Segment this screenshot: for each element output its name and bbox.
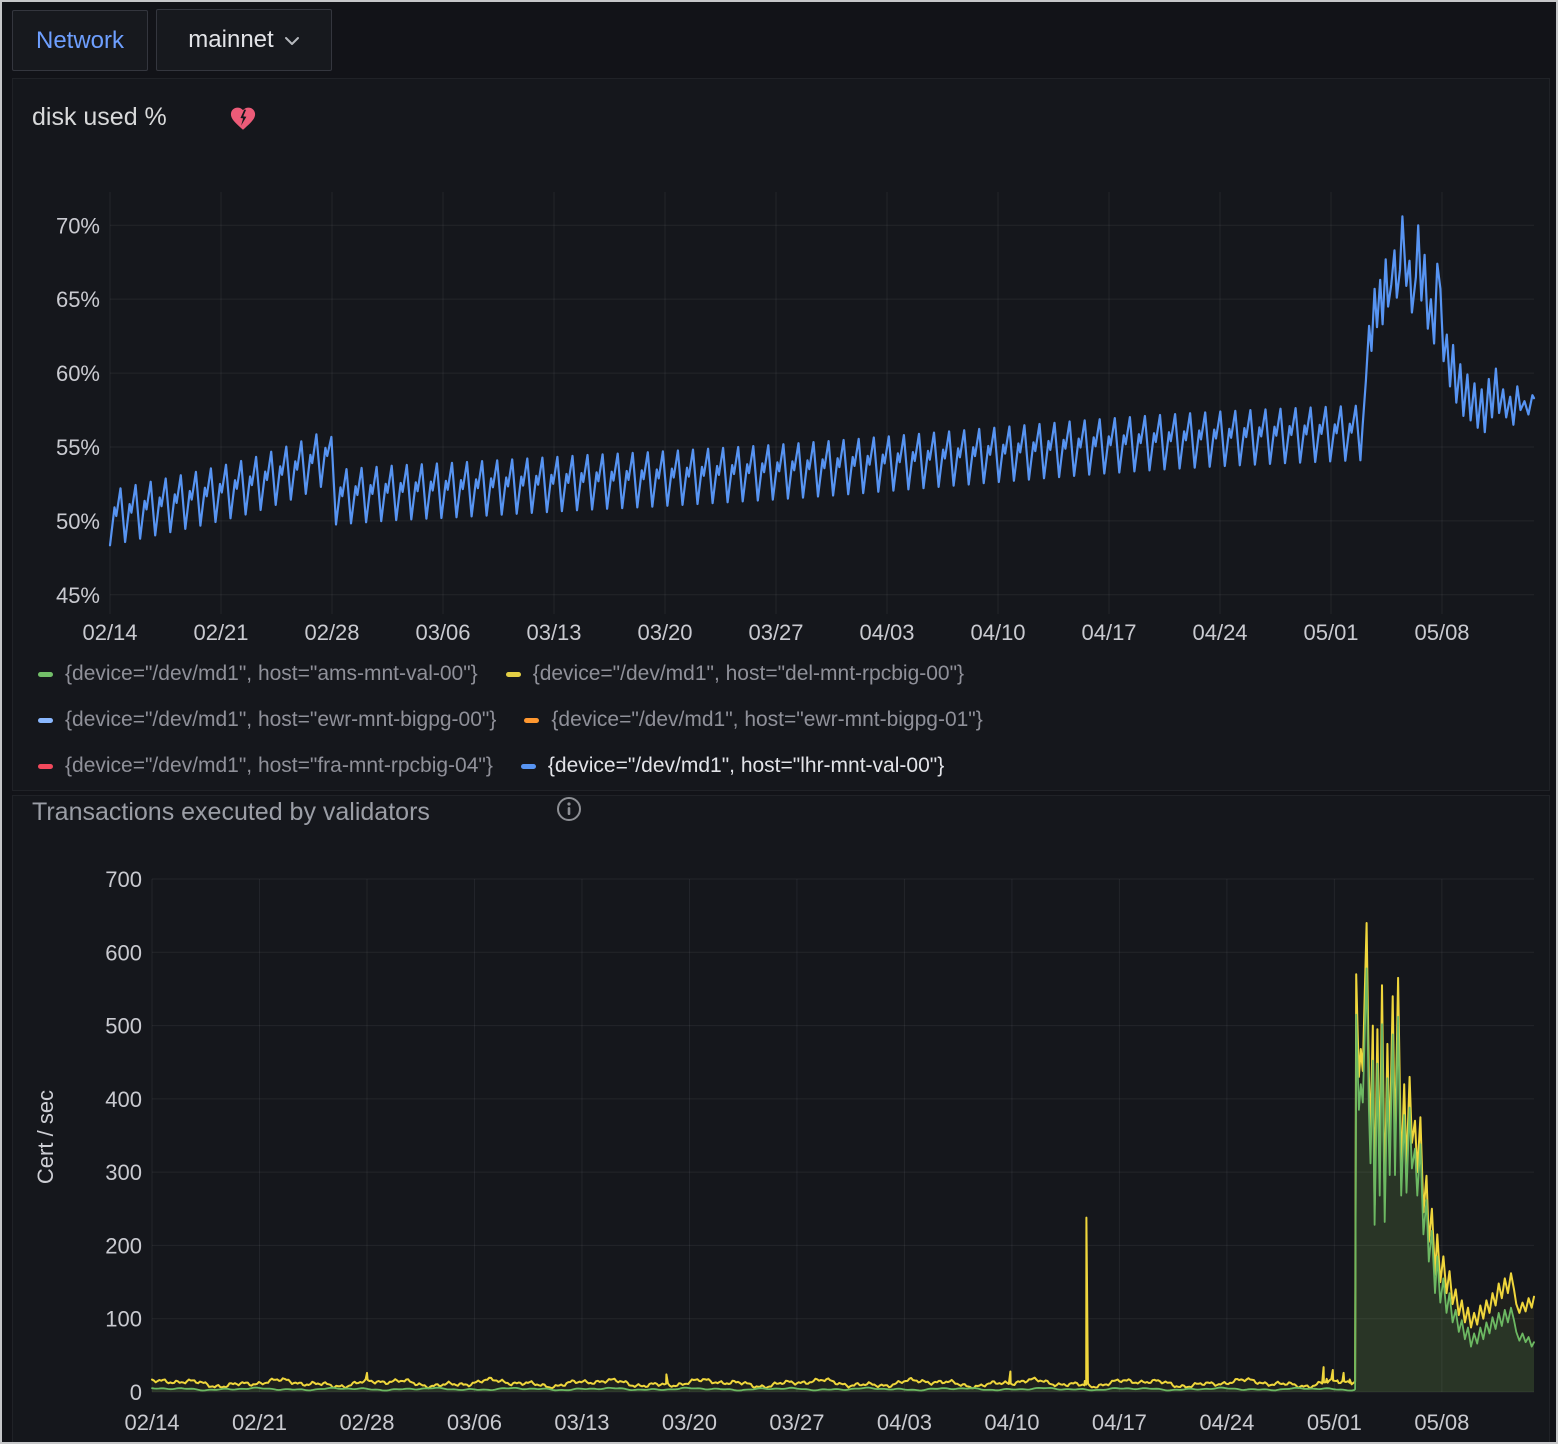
x-tick-label: 05/08 <box>1414 1410 1469 1435</box>
x-tick-label: 03/27 <box>748 620 803 645</box>
disk-used-chart[interactable]: 02/14 02/21 02/28 03/06 03/13 03/20 03/27 04/03… <box>12 162 1550 662</box>
x-tick-label: 05/08 <box>1414 620 1469 645</box>
legend-series-label: {device="/dev/md1", host="lhr-mnt-val-00… <box>548 754 944 778</box>
transactions-chart[interactable]: 02/14 02/21 02/28 03/06 03/13 03/20 03/27 04/03… <box>12 862 1550 1442</box>
legend-item[interactable]: {device="/dev/md1", host="lhr-mnt-val-00… <box>521 754 944 778</box>
y-tick-label: 45% <box>56 583 100 608</box>
series-area-series-green <box>152 968 1534 1392</box>
x-tick-label: 02/28 <box>304 620 359 645</box>
y-tick-label: 500 <box>105 1014 142 1039</box>
legend-row: {device="/dev/md1", host="ams-mnt-val-00… <box>12 651 1550 697</box>
y-tick-label: 200 <box>105 1233 142 1258</box>
x-tick-label: 05/01 <box>1303 620 1358 645</box>
x-tick-label: 03/06 <box>447 1410 502 1435</box>
legend-series-label: {device="/dev/md1", host="ams-mnt-val-00… <box>65 662 478 686</box>
legend-series-chip <box>524 718 539 723</box>
x-tick-label: 03/20 <box>662 1410 717 1435</box>
legend-item[interactable]: {device="/dev/md1", host="del-mnt-rpcbig… <box>506 662 964 686</box>
network-variable-value[interactable]: mainnet <box>188 26 273 54</box>
x-tick-label: 02/14 <box>124 1410 179 1435</box>
series-line-{device="/dev/md1", host="lhr-mnt-val-00"} <box>110 216 1534 545</box>
legend-series-chip <box>38 672 53 677</box>
legend-item[interactable]: {device="/dev/md1", host="fra-mnt-rpcbig… <box>38 754 493 778</box>
grafana-dashboard: Network mainnet disk used % 02/1402/2102… <box>0 0 1558 1444</box>
x-tick-label: 04/17 <box>1081 620 1136 645</box>
legend-series-label: {device="/dev/md1", host="fra-mnt-rpcbig… <box>65 754 493 778</box>
y-tick-label: 55% <box>56 435 100 460</box>
y-tick-label: 600 <box>105 940 142 965</box>
x-tick-label: 03/13 <box>526 620 581 645</box>
x-tick-label: 02/21 <box>232 1410 287 1435</box>
x-tick-label: 04/10 <box>984 1410 1039 1435</box>
y-tick-label: 100 <box>105 1307 142 1332</box>
x-tick-label: 04/24 <box>1192 620 1247 645</box>
y-tick-label: 300 <box>105 1160 142 1185</box>
x-tick-label: 04/03 <box>877 1410 932 1435</box>
x-tick-label: 03/06 <box>415 620 470 645</box>
network-variable-dropdown[interactable]: mainnet <box>156 9 332 71</box>
legend-row: {device="/dev/md1", host="ewr-mnt-bigpg-… <box>12 697 1550 743</box>
x-tick-label: 04/24 <box>1199 1410 1254 1435</box>
y-tick-label: 70% <box>56 213 100 238</box>
legend-series-label: {device="/dev/md1", host="ewr-mnt-bigpg-… <box>65 708 496 732</box>
y-tick-label: 50% <box>56 509 100 534</box>
y-tick-label: 0 <box>130 1380 142 1405</box>
y-tick-label: 60% <box>56 361 100 386</box>
legend-series-chip <box>38 718 53 723</box>
legend-item[interactable]: {device="/dev/md1", host="ams-mnt-val-00… <box>38 662 478 686</box>
legend-row: {device="/dev/md1", host="fra-mnt-rpcbig… <box>12 743 1550 789</box>
x-tick-label: 04/10 <box>970 620 1025 645</box>
network-variable-label: Network <box>36 27 124 55</box>
legend-item[interactable]: {device="/dev/md1", host="ewr-mnt-bigpg-… <box>524 708 982 732</box>
x-tick-label: 04/17 <box>1092 1410 1147 1435</box>
y-tick-label: 400 <box>105 1087 142 1112</box>
legend-series-chip <box>38 764 53 769</box>
legend-series-label: {device="/dev/md1", host="ewr-mnt-bigpg-… <box>551 708 982 732</box>
network-variable-label-box: Network <box>12 10 148 71</box>
y-tick-label: 700 <box>105 867 142 892</box>
x-tick-label: 02/14 <box>82 620 137 645</box>
x-tick-label: 03/13 <box>554 1410 609 1435</box>
legend-series-label: {device="/dev/md1", host="del-mnt-rpcbig… <box>533 662 964 686</box>
y-tick-label: 65% <box>56 287 100 312</box>
legend-item[interactable]: {device="/dev/md1", host="ewr-mnt-bigpg-… <box>38 708 496 732</box>
x-tick-label: 02/28 <box>339 1410 394 1435</box>
series-line-series-green <box>152 968 1534 1390</box>
x-tick-label: 02/21 <box>193 620 248 645</box>
heart-break-icon <box>228 104 258 138</box>
x-tick-label: 04/03 <box>859 620 914 645</box>
x-tick-label: 03/27 <box>769 1410 824 1435</box>
disk-used-legend: {device="/dev/md1", host="ams-mnt-val-00… <box>12 651 1550 789</box>
chevron-down-icon <box>284 33 300 51</box>
series-area-series-yellow <box>152 923 1534 1392</box>
panel-title-disk-used[interactable]: disk used % <box>32 103 167 132</box>
info-icon[interactable] <box>555 795 583 828</box>
legend-series-chip <box>506 672 521 677</box>
legend-series-chip <box>521 764 536 769</box>
panel-title-transactions[interactable]: Transactions executed by validators <box>32 798 430 827</box>
x-tick-label: 03/20 <box>637 620 692 645</box>
x-tick-label: 05/01 <box>1307 1410 1362 1435</box>
